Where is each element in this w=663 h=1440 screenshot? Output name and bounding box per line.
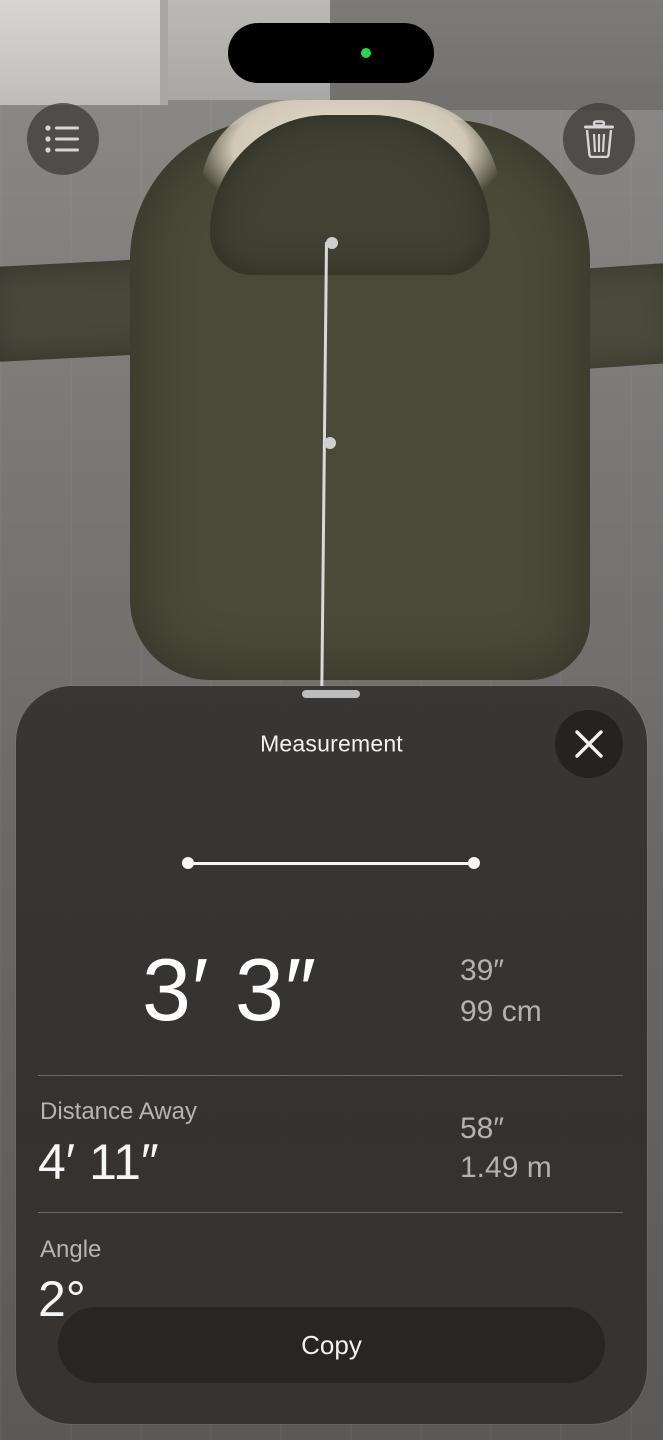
distance-label: Distance Away xyxy=(40,1098,197,1125)
line-endpoint-icon xyxy=(468,857,480,869)
ar-measurement-point[interactable] xyxy=(326,237,338,249)
measurement-inches: 39″ xyxy=(460,954,504,987)
measurement-value: 3′ 3″ xyxy=(142,940,317,1039)
background-door xyxy=(0,0,168,105)
divider xyxy=(38,1075,623,1076)
distance-inches: 58″ xyxy=(460,1112,504,1145)
copy-button[interactable]: Copy xyxy=(58,1307,605,1383)
list-icon xyxy=(45,125,79,153)
measurements-list-button[interactable] xyxy=(27,103,99,175)
sheet-grabber[interactable] xyxy=(302,690,360,698)
close-icon xyxy=(575,730,603,758)
distance-value: 4′ 11″ xyxy=(38,1134,159,1190)
delete-button[interactable] xyxy=(563,103,635,175)
measurement-line-icon xyxy=(188,862,474,865)
divider xyxy=(38,1212,623,1213)
angle-label: Angle xyxy=(40,1236,102,1263)
camera-indicator-icon xyxy=(361,48,371,58)
distance-metric: 1.49 m xyxy=(460,1151,552,1184)
close-button[interactable] xyxy=(555,710,623,778)
ar-measurement-midpoint xyxy=(324,437,336,449)
line-endpoint-icon xyxy=(182,857,194,869)
measurement-metric: 99 cm xyxy=(460,995,542,1028)
dynamic-island xyxy=(228,23,434,83)
trash-icon xyxy=(584,120,614,158)
